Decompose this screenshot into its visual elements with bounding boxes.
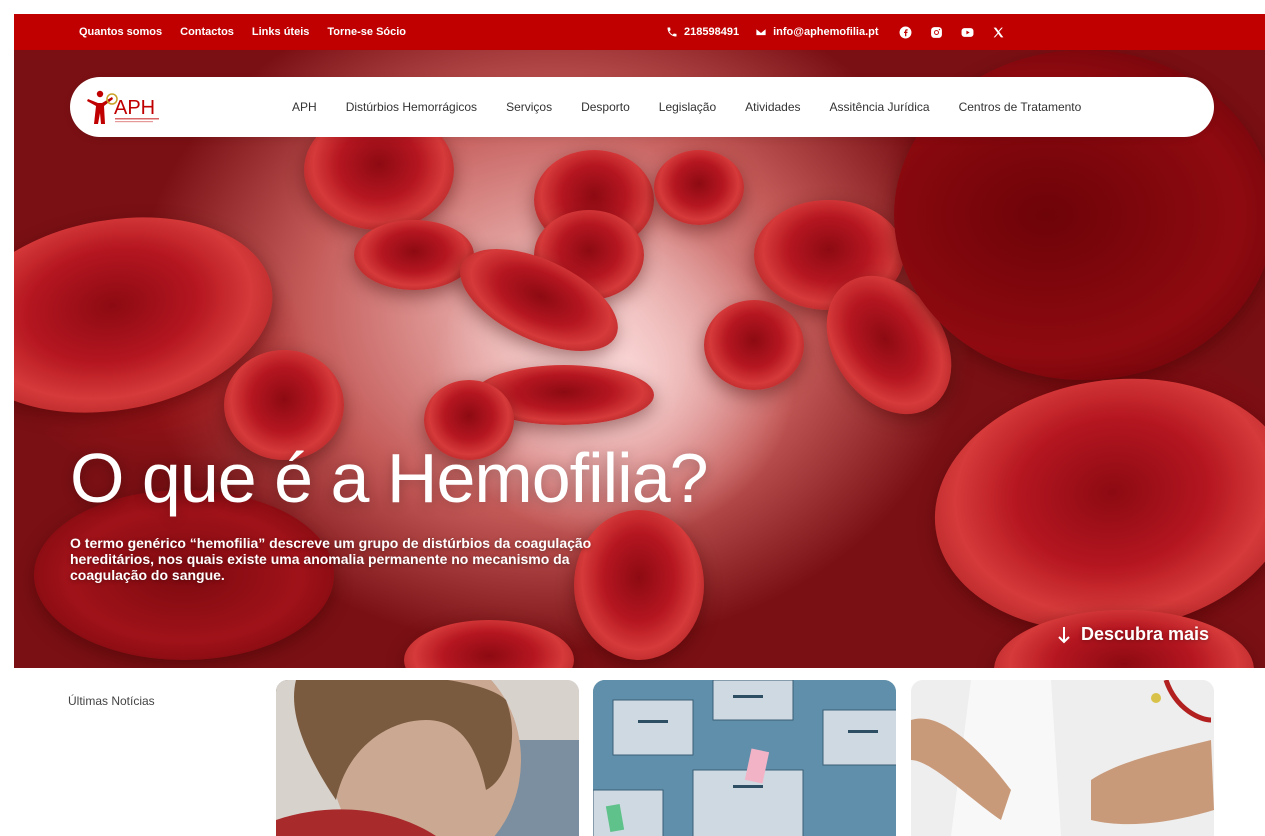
youtube-icon[interactable] [961, 26, 974, 39]
news-image-doctor [911, 680, 1214, 836]
email-link[interactable]: info@aphemofilia.pt [755, 26, 879, 38]
nav-item-centros[interactable]: Centros de Tratamento [959, 100, 1082, 114]
discover-more-label: Descubra mais [1081, 624, 1210, 644]
top-links: Quantos somos Contactos Links úteis Torn… [79, 14, 406, 50]
news-card[interactable] [593, 680, 896, 836]
top-utility-bar: Quantos somos Contactos Links úteis Torn… [14, 14, 1265, 50]
nav-item-atividades[interactable]: Atividades [745, 100, 800, 114]
link-contactos[interactable]: Contactos [180, 26, 234, 38]
news-card[interactable] [276, 680, 579, 836]
facebook-icon[interactable] [899, 26, 912, 39]
social-links [899, 26, 1005, 39]
nav-item-aph[interactable]: APH [292, 100, 317, 114]
x-icon[interactable] [992, 26, 1005, 39]
logo-text: APH [114, 97, 155, 119]
email-address: info@aphemofilia.pt [773, 26, 879, 38]
hero-title: O que é a Hemofilia? [70, 439, 709, 517]
nav-menu: APH Distúrbios Hemorrágicos Serviços Des… [292, 77, 1081, 137]
nav-item-desporto[interactable]: Desporto [581, 100, 630, 114]
link-quantos-somos[interactable]: Quantos somos [79, 26, 162, 38]
news-card[interactable] [911, 680, 1214, 836]
nav-item-servicos[interactable]: Serviços [506, 100, 552, 114]
blood-cell-decoration [704, 300, 804, 390]
news-image-ballot-boxes [593, 680, 896, 836]
nav-item-disturbios[interactable]: Distúrbios Hemorrágicos [346, 100, 477, 114]
blood-cell-decoration [354, 220, 474, 290]
blood-cell-decoration [404, 620, 574, 668]
main-navbar: APH APH Distúrbios Hemorrágicos Serviços… [70, 77, 1214, 137]
blood-cell-decoration [574, 510, 704, 660]
link-links-uteis[interactable]: Links úteis [252, 26, 309, 38]
latest-news-label: Últimas Notícias [68, 694, 155, 708]
arrow-down-icon [1058, 626, 1070, 643]
phone-link[interactable]: 218598491 [666, 26, 739, 38]
blood-cell-decoration [654, 150, 744, 225]
nav-item-assistencia[interactable]: Assitência Jurídica [830, 100, 930, 114]
instagram-icon[interactable] [930, 26, 943, 39]
discover-more-link[interactable]: Descubra mais [1057, 624, 1209, 645]
hero-description: O termo genérico “hemofilia” descreve um… [70, 535, 592, 583]
news-image-woman [276, 680, 579, 836]
phone-number: 218598491 [684, 26, 740, 38]
mail-icon [755, 28, 767, 36]
contact-info: 218598491 info@aphemofilia.pt [666, 14, 1005, 50]
phone-icon [667, 27, 677, 37]
link-torne-se-socio[interactable]: Torne-se Sócio [327, 26, 406, 38]
aph-logo[interactable]: APH [84, 87, 166, 127]
nav-item-legislacao[interactable]: Legislação [659, 100, 716, 114]
blood-cell-decoration [918, 356, 1265, 654]
